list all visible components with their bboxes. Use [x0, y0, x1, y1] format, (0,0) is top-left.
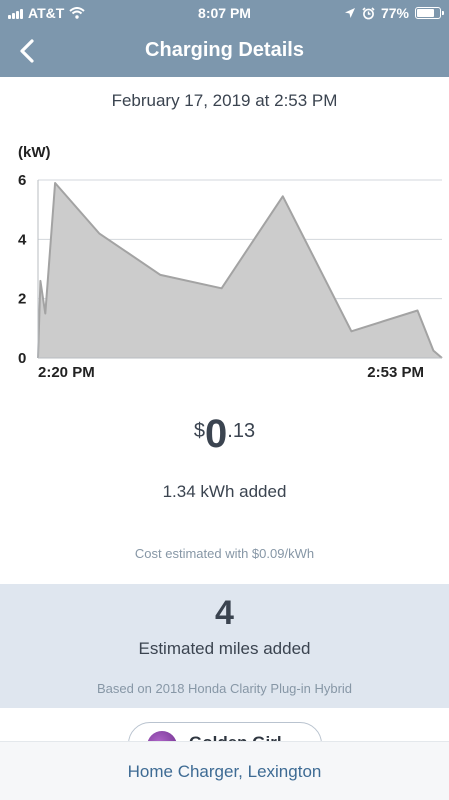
- cost-currency: $: [193, 420, 206, 442]
- cost-cents: .13: [227, 420, 256, 442]
- status-right: 77%: [344, 5, 444, 21]
- battery-percent: 77%: [380, 5, 409, 21]
- x-tick-label: 2:53 PM: [367, 364, 424, 381]
- nav-bar: Charging Details: [0, 26, 449, 77]
- charger-location-link[interactable]: Home Charger, Lexington: [0, 762, 449, 782]
- header-bar: AT&T 8:07 PM 77% Charging Details: [0, 0, 449, 77]
- y-tick-label: 4: [18, 231, 27, 248]
- alarm-icon: [362, 6, 375, 19]
- power-chart: (kW) 0 2 4 6 2:20 PM 2:53 PM: [18, 144, 443, 381]
- battery-icon: [415, 7, 444, 19]
- cost-display: $0.13: [0, 412, 449, 457]
- y-tick-label: 2: [18, 291, 26, 308]
- page-title: Charging Details: [145, 39, 304, 61]
- miles-basis: Based on 2018 Honda Clarity Plug-in Hybr…: [96, 681, 353, 696]
- y-axis-label: (kW): [18, 144, 51, 161]
- miles-panel: 4 Estimated miles added Based on 2018 Ho…: [0, 584, 449, 708]
- status-bar: AT&T 8:07 PM 77%: [0, 0, 449, 26]
- area-fill: [38, 183, 442, 358]
- y-tick-label: 6: [18, 172, 26, 189]
- miles-value: 4: [215, 594, 234, 632]
- y-tick-label: 0: [18, 350, 26, 367]
- x-tick-label: 2:20 PM: [38, 364, 95, 381]
- session-date: February 17, 2019 at 2:53 PM: [111, 91, 338, 110]
- miles-label: Estimated miles added: [138, 639, 311, 658]
- location-arrow-icon: [344, 8, 355, 18]
- rate-note: Cost estimated with $0.09/kWh: [134, 546, 315, 561]
- energy-added: 1.34 kWh added: [162, 482, 287, 501]
- cost-whole: 0: [205, 412, 228, 456]
- footer-bar: Home Charger, Lexington: [0, 741, 449, 800]
